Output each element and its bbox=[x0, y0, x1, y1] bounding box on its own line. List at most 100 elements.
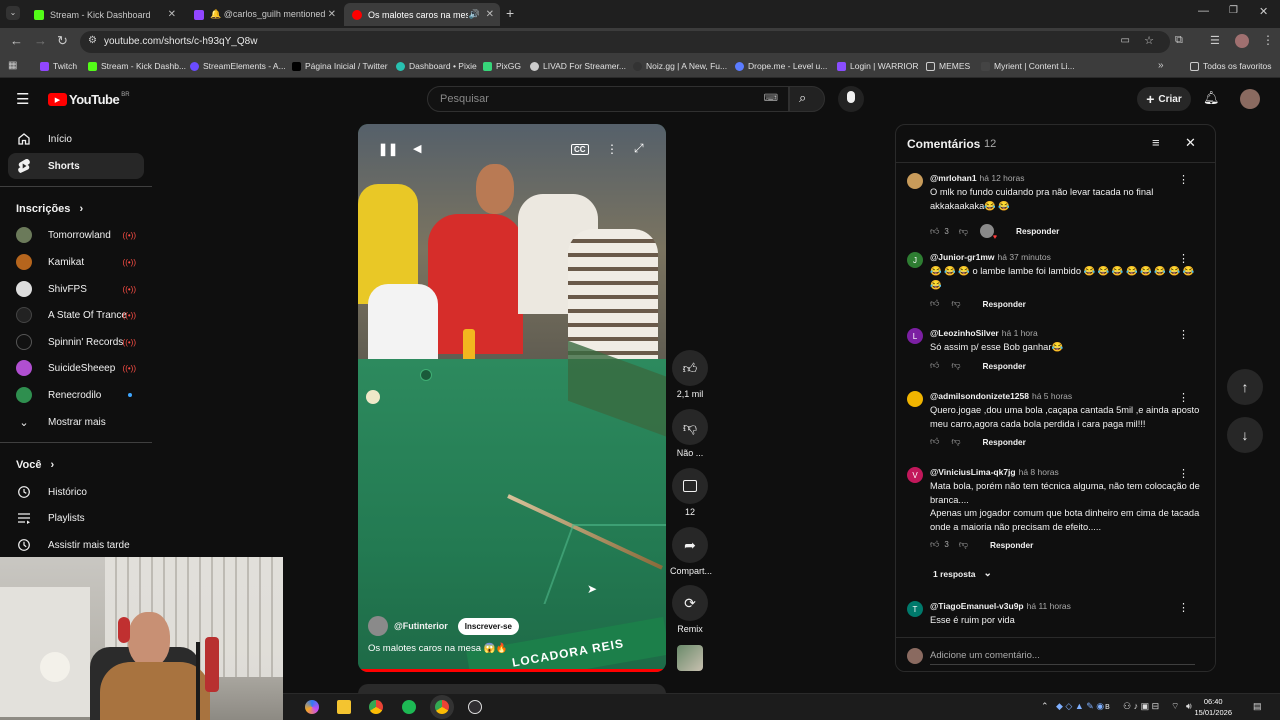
commenter-avatar[interactable]: J bbox=[907, 252, 923, 268]
audio-playing-icon[interactable]: 🔊 bbox=[469, 9, 480, 20]
bookmark-pixie[interactable]: Dashboard • Pixie bbox=[396, 61, 477, 71]
close-window-button[interactable]: ✕ bbox=[1259, 5, 1268, 18]
sidebar-sub-asot[interactable]: A State Of Trance ((•)) bbox=[8, 302, 144, 328]
remix-action[interactable]: ⟳ Remix bbox=[670, 585, 710, 634]
hamburger-menu-icon[interactable]: ☰ bbox=[16, 90, 29, 108]
new-tab-button[interactable]: + bbox=[506, 5, 514, 21]
create-button[interactable]: + Criar bbox=[1137, 87, 1191, 111]
sidebar-sub-suicidesheeep[interactable]: SuicideSheeep ((•)) bbox=[8, 355, 144, 381]
cast-icon[interactable]: ▭ bbox=[1121, 35, 1130, 46]
sound-thumbnail[interactable] bbox=[677, 645, 703, 671]
youtube-logo[interactable]: ▶ YouTube BR bbox=[48, 92, 130, 107]
menu-icon[interactable]: ☰ bbox=[1210, 34, 1220, 47]
reply-button[interactable]: Responder bbox=[983, 299, 1026, 309]
like-comment-icon[interactable]: 👍︎ bbox=[930, 298, 939, 309]
previous-short-button[interactable]: ↑ bbox=[1227, 369, 1263, 405]
bookmark-kick[interactable]: Stream - Kick Dashb... bbox=[88, 61, 186, 71]
sort-icon[interactable]: ≡ bbox=[1152, 135, 1160, 150]
dislike-comment-icon[interactable]: 👎︎ bbox=[959, 226, 968, 237]
comment-author[interactable]: @mrlohan1 há 12 horas bbox=[930, 173, 1024, 183]
chrome-active-icon[interactable] bbox=[435, 700, 449, 714]
remix-button[interactable]: ⟳ bbox=[672, 585, 708, 621]
you-heading[interactable]: Você › bbox=[16, 459, 54, 471]
commenter-avatar[interactable]: L bbox=[907, 328, 923, 344]
tab-twitch-mention[interactable]: 🔔 @carlos_guilh mentioned y... ✕ bbox=[186, 3, 342, 26]
sidebar-sub-shivfps[interactable]: ShivFPS ((•)) bbox=[8, 276, 144, 302]
comment-more-icon[interactable]: ⋮ bbox=[1178, 601, 1189, 614]
bookmark-pixgg[interactable]: PixGG bbox=[483, 61, 521, 71]
dislike-comment-icon[interactable]: 👎︎ bbox=[959, 539, 968, 550]
address-bar[interactable]: ⚙ youtube.com/shorts/c-h93qY_Q8w ▭ ☆ bbox=[80, 31, 1170, 53]
dislike-comment-icon[interactable]: 👎︎ bbox=[951, 436, 960, 447]
sidebar-sub-kamikat[interactable]: Kamikat ((•)) bbox=[8, 249, 144, 275]
subscribe-button[interactable]: Inscrever-se bbox=[457, 617, 519, 635]
comment-more-icon[interactable]: ⋮ bbox=[1178, 467, 1189, 480]
share-button[interactable]: ➦ bbox=[672, 527, 708, 563]
spotify-icon[interactable] bbox=[402, 700, 416, 714]
bookmark-streamelements[interactable]: StreamElements - A... bbox=[190, 61, 286, 71]
tray-chevron-icon[interactable]: ⌃ bbox=[1041, 701, 1049, 712]
file-explorer-icon[interactable] bbox=[337, 700, 351, 714]
sidebar-item-history[interactable]: Histórico bbox=[8, 479, 144, 505]
back-button[interactable]: ← bbox=[10, 33, 23, 48]
like-comment-icon[interactable]: 👍︎ bbox=[930, 226, 939, 237]
keyboard-icon[interactable]: ⌨ bbox=[764, 93, 778, 104]
chrome-icon[interactable] bbox=[369, 700, 383, 714]
subscriptions-heading[interactable]: Inscrições › bbox=[16, 203, 83, 215]
comment-author[interactable]: @ViniciusLima-qk7jg há 8 horas bbox=[930, 467, 1059, 477]
sidebar-sub-tomorrowland[interactable]: Tomorrowland ((•)) bbox=[8, 222, 144, 248]
close-icon[interactable]: ✕ bbox=[328, 9, 336, 20]
progress-bar[interactable] bbox=[358, 669, 666, 672]
bookmark-twitter[interactable]: Página Inicial / Twitter bbox=[292, 61, 388, 71]
search-input[interactable]: Pesquisar ⌨ bbox=[427, 86, 789, 112]
copilot-icon[interactable] bbox=[305, 700, 319, 714]
comment-author[interactable]: @Junior-gr1mw há 37 minutos bbox=[930, 252, 1051, 262]
reply-button[interactable]: Responder bbox=[990, 540, 1033, 550]
bookmark-drope[interactable]: Drope.me - Level u... bbox=[735, 61, 827, 71]
tray-system-icons[interactable]: ⚇ ♪ ▣ ⊟ bbox=[1123, 701, 1159, 712]
comments-button[interactable] bbox=[672, 468, 708, 504]
system-clock[interactable]: 06:40 15/01/2026 bbox=[1194, 696, 1232, 718]
minimize-button[interactable]: — bbox=[1198, 5, 1209, 17]
more-bookmarks-icon[interactable]: » bbox=[1158, 60, 1164, 71]
reply-button[interactable]: Responder bbox=[983, 437, 1026, 447]
bookmark-warrior[interactable]: Login | WARRIOR bbox=[837, 61, 919, 71]
obs-icon[interactable] bbox=[468, 700, 482, 714]
commenter-avatar[interactable]: V bbox=[907, 467, 923, 483]
voice-search-button[interactable] bbox=[838, 86, 864, 112]
dislike-button[interactable]: 👎︎ bbox=[672, 409, 708, 445]
commenter-avatar[interactable] bbox=[907, 173, 923, 189]
volume-icon[interactable]: ◀ bbox=[413, 142, 421, 155]
next-short-button[interactable]: ↓ bbox=[1227, 417, 1263, 453]
comment-author[interactable]: @LeozinhoSilver há 1 hora bbox=[930, 328, 1038, 338]
profile-avatar[interactable] bbox=[1235, 34, 1249, 48]
comment-author[interactable]: @admilsondonizete1258 há 5 horas bbox=[930, 391, 1072, 401]
search-button[interactable]: ⌕ bbox=[789, 86, 825, 112]
bookmark-star-icon[interactable]: ☆ bbox=[1144, 34, 1154, 47]
tab-kick-dashboard[interactable]: Stream - Kick Dashboard ✕ bbox=[26, 3, 182, 26]
bluetooth-icon[interactable]: ʙ bbox=[1105, 701, 1110, 711]
tab-list-icon[interactable]: ⌄ bbox=[6, 6, 20, 20]
dislike-comment-icon[interactable]: 👎︎ bbox=[951, 298, 960, 309]
like-button[interactable]: 👍︎ bbox=[672, 350, 708, 386]
comments-action[interactable]: 12 bbox=[670, 468, 710, 517]
reply-button[interactable]: Responder bbox=[983, 361, 1026, 371]
restore-button[interactable]: ❐ bbox=[1229, 5, 1238, 16]
bookmark-memes[interactable]: MEMES bbox=[926, 61, 970, 71]
sidebar-item-home[interactable]: Início bbox=[8, 126, 144, 152]
dislike-comment-icon[interactable]: 👎︎ bbox=[951, 360, 960, 371]
notifications-bell-icon[interactable]: 🔔︎ bbox=[1203, 90, 1220, 106]
close-icon[interactable]: ✕ bbox=[486, 9, 494, 20]
sidebar-show-more[interactable]: ⌄ Mostrar mais bbox=[8, 409, 144, 435]
tab-youtube-short[interactable]: Os malotes caros na mesa 🔊 ✕ bbox=[344, 3, 500, 26]
replies-toggle[interactable]: 1 resposta ⌄ bbox=[933, 568, 992, 579]
forward-button[interactable]: → bbox=[34, 33, 47, 48]
all-favorites-folder[interactable]: Todos os favoritos bbox=[1190, 61, 1272, 71]
like-action[interactable]: 👍︎ 2,1 mil bbox=[670, 350, 710, 399]
extensions-icon[interactable]: ⧉ bbox=[1175, 34, 1183, 47]
like-comment-icon[interactable]: 👍︎ bbox=[930, 539, 939, 550]
notifications-icon[interactable]: ▤ bbox=[1253, 701, 1262, 712]
fullscreen-icon[interactable]: ⤢ bbox=[634, 141, 644, 156]
channel-avatar[interactable] bbox=[368, 616, 388, 636]
comment-more-icon[interactable]: ⋮ bbox=[1178, 173, 1189, 186]
